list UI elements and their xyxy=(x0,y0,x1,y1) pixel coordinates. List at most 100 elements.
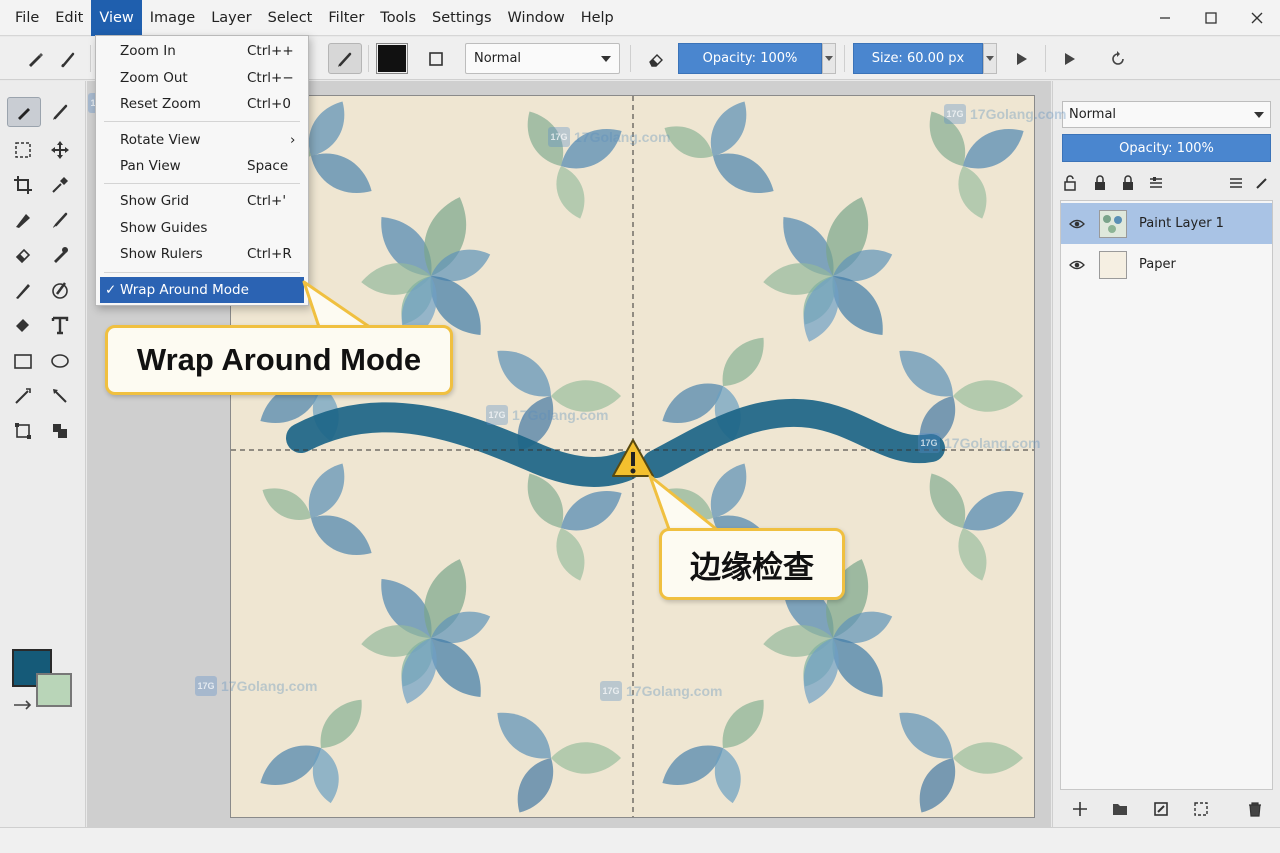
watermark-text: 17Golang.com xyxy=(626,683,723,699)
layer-row-paper[interactable]: Paper xyxy=(1061,244,1272,285)
menu-item-shortcut: Ctrl+− xyxy=(247,70,294,86)
background-color-swatch[interactable] xyxy=(36,673,72,707)
maximize-icon[interactable] xyxy=(1188,0,1234,36)
fill-tool-icon[interactable] xyxy=(6,240,40,270)
menu-layer[interactable]: Layer xyxy=(203,0,259,36)
layer-lock-toolbar xyxy=(1062,173,1271,195)
eraser-icon[interactable] xyxy=(643,43,669,74)
menu-edit[interactable]: Edit xyxy=(47,0,91,36)
calligraphy-tool-icon[interactable] xyxy=(6,205,40,235)
menu-item-label: Show Rulers xyxy=(120,246,203,262)
watermark: 17G17Golang.com xyxy=(944,104,1066,124)
layer-row-paint-layer-1[interactable]: Paint Layer 1 xyxy=(1061,203,1272,244)
menu-tools[interactable]: Tools xyxy=(372,0,424,36)
close-icon[interactable] xyxy=(1234,0,1280,36)
menu-file[interactable]: File xyxy=(0,0,47,36)
eye-icon[interactable] xyxy=(1069,218,1085,230)
layer-opacity-field[interactable]: Opacity: 100% xyxy=(1062,134,1271,162)
menu-item-label: Wrap Around Mode xyxy=(120,282,249,298)
submenu-arrow-icon: › xyxy=(290,132,296,148)
menu-item-show-guides[interactable]: Show Guides xyxy=(100,215,304,241)
eyedropper-tool-icon[interactable] xyxy=(43,170,77,200)
menu-item-show-grid[interactable]: Show Grid Ctrl+' xyxy=(100,188,304,214)
crop-tool-icon[interactable] xyxy=(6,170,40,200)
opacity-spin-button[interactable] xyxy=(822,43,836,74)
brush-preset-icon[interactable] xyxy=(328,43,362,74)
menu-window[interactable]: Window xyxy=(500,0,573,36)
watermark: 17G17Golang.com xyxy=(600,681,722,701)
menu-item-zoom-out[interactable]: Zoom Out Ctrl+− xyxy=(100,65,304,91)
square-brush-icon[interactable] xyxy=(424,43,448,74)
brush-tool-icon[interactable] xyxy=(55,43,81,74)
pen-tool-icon[interactable] xyxy=(22,43,48,74)
watermark-text: 17Golang.com xyxy=(574,129,671,145)
folder-icon[interactable] xyxy=(1112,801,1128,817)
lock-icon[interactable] xyxy=(1092,175,1108,191)
move-tool-icon[interactable] xyxy=(43,135,77,165)
watermark-logo: 17G xyxy=(486,405,508,425)
menu-item-show-rulers[interactable]: Show Rulers Ctrl+R xyxy=(100,241,304,267)
rectangle-tool-icon[interactable] xyxy=(6,346,40,376)
minimize-icon[interactable] xyxy=(1142,0,1188,36)
mask-icon[interactable] xyxy=(1153,801,1169,817)
menu-select[interactable]: Select xyxy=(260,0,321,36)
path-tool-icon[interactable] xyxy=(43,381,77,411)
text-tool-icon[interactable] xyxy=(43,310,77,340)
opacity-field[interactable]: Opacity: 100% xyxy=(678,43,822,74)
size-field[interactable]: Size: 60.00 px xyxy=(853,43,983,74)
ellipse-tool-icon[interactable] xyxy=(43,346,77,376)
watermark-logo: 17G xyxy=(195,676,217,696)
foreground-color-swatch[interactable] xyxy=(376,43,408,74)
blend-mode-select[interactable]: Normal xyxy=(465,43,620,74)
rect-select-tool-icon[interactable] xyxy=(6,135,40,165)
menu-item-label: Zoom In xyxy=(120,43,176,59)
checkmark-icon: ✓ xyxy=(105,282,117,298)
play-icon[interactable] xyxy=(1010,43,1034,74)
colorize-tool-icon[interactable] xyxy=(43,275,77,305)
menu-view[interactable]: View xyxy=(91,0,142,36)
menu-item-rotate-view[interactable]: Rotate View › xyxy=(100,127,304,153)
menu-item-shortcut: Space xyxy=(247,158,289,174)
menu-settings[interactable]: Settings xyxy=(424,0,499,36)
menu-item-shortcut: Ctrl++ xyxy=(247,43,294,59)
menu-item-wrap-around-mode[interactable]: ✓ Wrap Around Mode xyxy=(100,277,304,303)
shape-combine-tool-icon[interactable] xyxy=(43,416,77,446)
menu-item-label: Pan View xyxy=(120,158,181,174)
layer-list: Paint Layer 1 Paper xyxy=(1060,200,1273,790)
layer-properties-icon[interactable] xyxy=(1148,175,1164,191)
menu-item-reset-zoom[interactable]: Reset Zoom Ctrl+0 xyxy=(100,91,304,117)
brush-tool-icon[interactable] xyxy=(43,205,77,235)
edit-icon[interactable] xyxy=(1254,175,1270,191)
layer-blend-mode-value: Normal xyxy=(1069,107,1117,122)
panel-menu-icon[interactable] xyxy=(1228,175,1244,191)
reset-icon[interactable] xyxy=(1105,43,1131,74)
lock-position-icon[interactable] xyxy=(1120,175,1136,191)
watermark-logo: 17G xyxy=(548,127,570,147)
callout-pointer xyxy=(648,474,722,534)
canvas-document[interactable] xyxy=(230,95,1035,818)
transform-tool-icon[interactable] xyxy=(6,416,40,446)
line-brush-tool-icon[interactable] xyxy=(43,97,77,127)
menu-item-zoom-in[interactable]: Zoom In Ctrl++ xyxy=(100,38,304,64)
menu-image[interactable]: Image xyxy=(142,0,203,36)
blend-mode-value: Normal xyxy=(474,51,522,66)
lock-alpha-icon[interactable] xyxy=(1062,175,1078,191)
size-spin-button[interactable] xyxy=(983,43,997,74)
watermark-text: 17Golang.com xyxy=(221,678,318,694)
pencil-tool-icon[interactable] xyxy=(6,275,40,305)
line-tool-icon[interactable] xyxy=(6,381,40,411)
trash-icon[interactable] xyxy=(1247,801,1263,817)
eye-icon[interactable] xyxy=(1069,259,1085,271)
menu-item-pan-view[interactable]: Pan View Space xyxy=(100,153,304,179)
wrap-around-mode-callout: Wrap Around Mode xyxy=(105,325,453,395)
menu-filter[interactable]: Filter xyxy=(320,0,372,36)
smudge-tool-icon[interactable] xyxy=(43,240,77,270)
swap-colors-icon[interactable] xyxy=(12,695,34,711)
layer-blend-mode-select[interactable]: Normal xyxy=(1062,101,1271,128)
selection-mask-icon[interactable] xyxy=(1193,801,1209,817)
freehand-brush-tool-icon[interactable] xyxy=(7,97,41,127)
add-layer-icon[interactable] xyxy=(1072,801,1088,817)
menu-help[interactable]: Help xyxy=(573,0,622,36)
play-next-icon[interactable] xyxy=(1058,43,1082,74)
eraser-tool-icon[interactable] xyxy=(6,310,40,340)
